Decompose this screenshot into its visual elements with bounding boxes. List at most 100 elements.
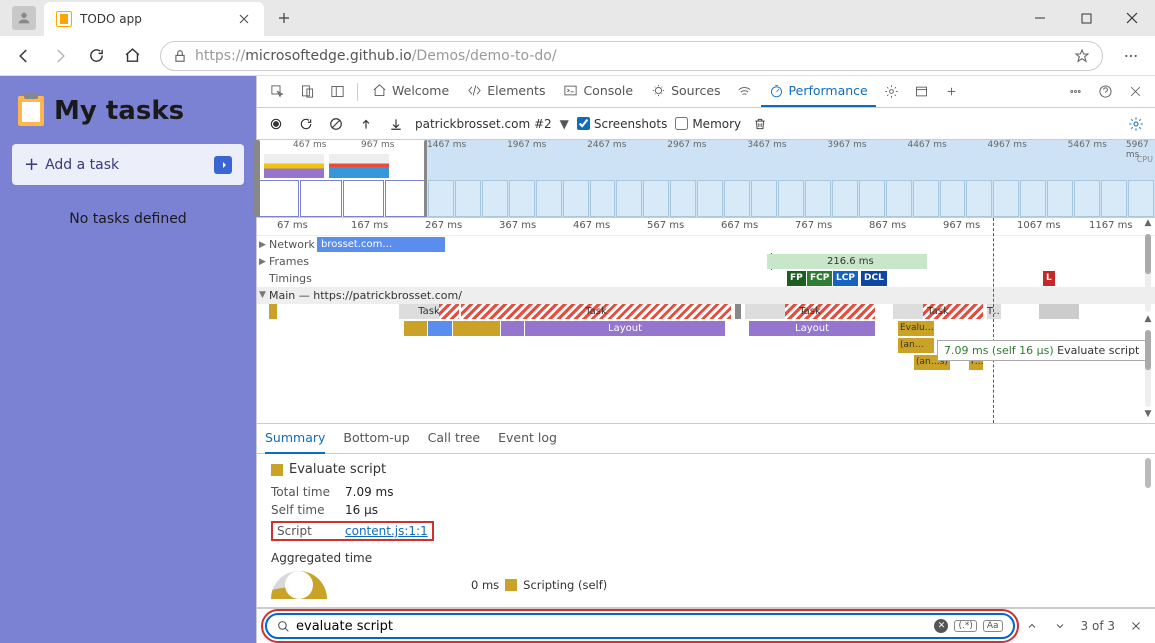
summary-details: Evaluate script Total time7.09 ms Self t…: [257, 454, 1155, 608]
device-icon[interactable]: [293, 78, 321, 106]
tab-call-tree[interactable]: Call tree: [428, 424, 480, 454]
layout-row[interactable]: Layout Layout Evalu…: [269, 321, 1155, 338]
overview-filmstrip: [427, 180, 1155, 217]
browser-tab[interactable]: TODO app: [44, 2, 264, 36]
search-clear-icon[interactable]: ✕: [934, 619, 948, 633]
devtools-tabs: Welcome Elements Console Sources Perform…: [257, 76, 1155, 108]
search-input[interactable]: [296, 619, 928, 634]
timing-fcp[interactable]: FCP: [807, 271, 832, 286]
overview-tick: 967 ms: [361, 140, 395, 150]
devtools: Welcome Elements Console Sources Perform…: [256, 76, 1155, 643]
search-prev-button[interactable]: [1021, 615, 1043, 637]
recording-select[interactable]: patrickbrosset.com #2: [415, 117, 552, 131]
back-button[interactable]: [8, 40, 40, 72]
lock-icon: [173, 49, 187, 63]
network-icon[interactable]: [731, 78, 759, 106]
favorite-icon[interactable]: [1074, 48, 1090, 64]
main-track-header[interactable]: ▼ Main — https://patrickbrosset.com/: [257, 287, 1155, 304]
frames-track[interactable]: ▶ Frames 216.6 ms: [257, 253, 1155, 270]
task-row[interactable]: Task Task Task Task T…: [269, 304, 1155, 321]
search-next-button[interactable]: [1049, 615, 1071, 637]
profile-icon[interactable]: [12, 6, 36, 30]
search-count: 3 of 3: [1081, 619, 1115, 633]
memory-checkbox[interactable]: Memory: [675, 117, 741, 131]
kebab-icon[interactable]: [1061, 78, 1089, 106]
search-case-toggle[interactable]: Aa: [983, 620, 1003, 632]
overview-handle-left[interactable]: [254, 140, 260, 217]
plus-icon: +: [24, 154, 39, 175]
home-button[interactable]: [116, 40, 148, 72]
search-close-button[interactable]: [1125, 615, 1147, 637]
perf-settings-icon[interactable]: [1125, 113, 1147, 135]
reload-record-button[interactable]: [295, 113, 317, 135]
details-title: Evaluate script: [271, 462, 1141, 477]
script-link[interactable]: content.js:1:1: [345, 524, 428, 538]
flame-ruler: 67 ms 167 ms 267 ms 367 ms 467 ms 567 ms…: [257, 218, 1155, 236]
no-tasks-message: No tasks defined: [12, 211, 244, 227]
url-text: https://microsoftedge.github.io/Demos/de…: [195, 48, 1066, 64]
garbage-icon[interactable]: [749, 113, 771, 135]
search-input-highlight: ✕ (.*) Aa: [265, 613, 1015, 639]
search-icon: [277, 620, 290, 633]
devtools-close-icon[interactable]: [1121, 78, 1149, 106]
search-regex-toggle[interactable]: (.*): [954, 620, 976, 632]
details-scrollbar[interactable]: [1141, 458, 1151, 603]
evaluate-script-block[interactable]: Evalu…: [898, 321, 934, 336]
window-controls: [1017, 0, 1155, 36]
screenshots-checkbox[interactable]: Screenshots: [577, 117, 667, 131]
help-icon[interactable]: [1091, 78, 1119, 106]
donut-legend: 0 ms Scripting (self): [471, 578, 607, 592]
refresh-button[interactable]: [80, 40, 112, 72]
tab-performance[interactable]: Performance: [761, 77, 876, 107]
tab-bottom-up[interactable]: Bottom-up: [343, 424, 409, 454]
minimize-button[interactable]: [1017, 0, 1063, 36]
add-task-submit-button[interactable]: [214, 156, 232, 174]
anon-block[interactable]: (an…: [898, 338, 934, 353]
close-window-button[interactable]: [1109, 0, 1155, 36]
more-tabs-button[interactable]: [938, 78, 966, 106]
layout-block[interactable]: Layout: [525, 321, 725, 336]
timings-track[interactable]: Timings FP FCP LCP DCL L: [257, 270, 1155, 287]
donut-chart: [271, 571, 327, 599]
upload-button[interactable]: [355, 113, 377, 135]
tab-elements[interactable]: Elements: [459, 77, 553, 107]
dock-icon[interactable]: [323, 78, 351, 106]
tab-console[interactable]: Console: [555, 77, 641, 107]
overview-tick: 467 ms: [293, 140, 327, 150]
network-bar[interactable]: brosset.com…: [317, 237, 445, 252]
url-field[interactable]: https://microsoftedge.github.io/Demos/de…: [160, 41, 1103, 71]
perf-toolbar: patrickbrosset.com #2 ▼ Screenshots Memo…: [257, 108, 1155, 140]
timing-dcl[interactable]: DCL: [861, 271, 887, 286]
tab-event-log[interactable]: Event log: [498, 424, 557, 454]
search-bar: ✕ (.*) Aa 3 of 3: [257, 608, 1155, 643]
maximize-button[interactable]: [1063, 0, 1109, 36]
script-link-highlight: Script content.js:1:1: [271, 521, 434, 541]
download-button[interactable]: [385, 113, 407, 135]
clear-button[interactable]: [325, 113, 347, 135]
add-task-input[interactable]: + Add a task: [12, 144, 244, 185]
tab-favicon: [56, 11, 72, 27]
inspect-icon[interactable]: [263, 78, 291, 106]
timing-load[interactable]: L: [1043, 271, 1055, 286]
forward-button[interactable]: [44, 40, 76, 72]
record-button[interactable]: [265, 113, 287, 135]
timing-fp[interactable]: FP: [787, 271, 806, 286]
layout-block[interactable]: Layout: [749, 321, 875, 336]
application-icon[interactable]: [908, 78, 936, 106]
perf-overview[interactable]: 467 ms 967 ms 1467 ms: [257, 140, 1155, 218]
network-track[interactable]: ▶ Network brosset.com…: [257, 236, 1155, 253]
tab-sources[interactable]: Sources: [643, 77, 728, 107]
flame-chart[interactable]: 67 ms 167 ms 267 ms 367 ms 467 ms 567 ms…: [257, 218, 1155, 424]
summary-tabs: Summary Bottom-up Call tree Event log: [257, 424, 1155, 454]
menu-button[interactable]: [1115, 40, 1147, 72]
gear-icon[interactable]: [878, 78, 906, 106]
flame-scrollbar[interactable]: ▲ ▲ ▼: [1141, 218, 1155, 423]
address-bar: https://microsoftedge.github.io/Demos/de…: [0, 36, 1155, 76]
tab-close-icon[interactable]: [236, 11, 252, 27]
tab-welcome[interactable]: Welcome: [364, 77, 457, 107]
aggregated-time-title: Aggregated time: [271, 551, 1141, 565]
tab-summary[interactable]: Summary: [265, 424, 325, 454]
frame-bar[interactable]: 216.6 ms: [767, 254, 927, 269]
new-tab-button[interactable]: [270, 4, 298, 32]
timing-lcp[interactable]: LCP: [833, 271, 858, 286]
